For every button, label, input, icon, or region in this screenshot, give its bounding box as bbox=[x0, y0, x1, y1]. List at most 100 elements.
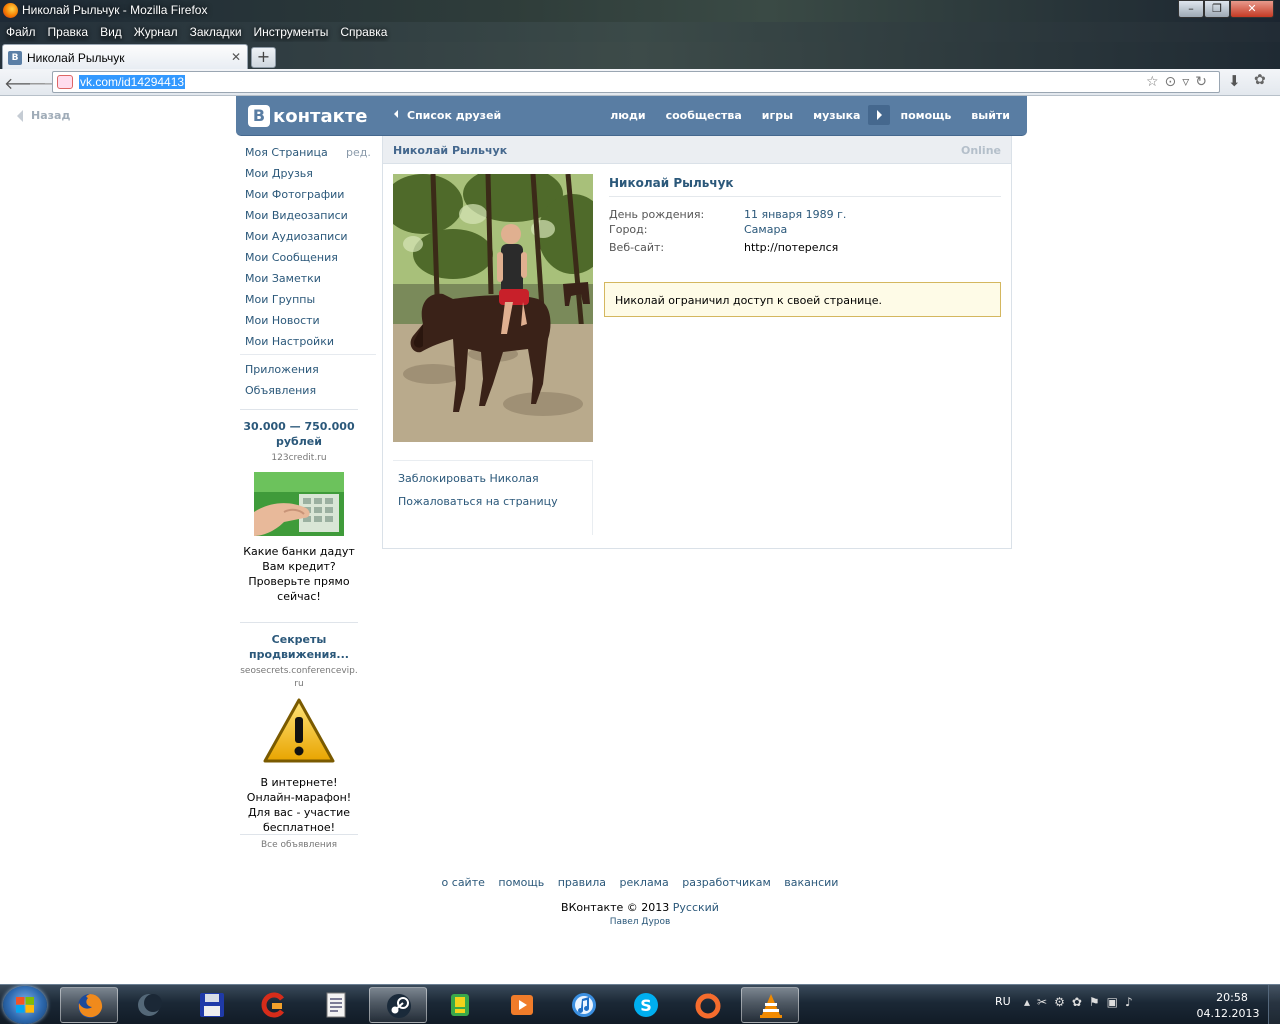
ad-url: 123credit.ru bbox=[271, 453, 327, 463]
menu-tools[interactable]: Инструменты bbox=[254, 25, 329, 39]
sidebar-item-apps[interactable]: Приложения bbox=[245, 363, 319, 376]
info-value-link[interactable]: 11 января 1989 г. bbox=[744, 208, 846, 221]
moon-app-icon bbox=[138, 994, 162, 1016]
tab-close-icon[interactable]: ✕ bbox=[231, 50, 241, 64]
language-indicator[interactable]: RU bbox=[995, 995, 1011, 1008]
skype-icon: S bbox=[634, 993, 658, 1017]
urlbar-icons[interactable]: ☆⊙▿↻ bbox=[1146, 74, 1213, 90]
nav-games[interactable]: игры bbox=[762, 109, 793, 125]
vk-logo[interactable]: В контакте bbox=[248, 105, 367, 127]
tab-title: Николай Рыльчук bbox=[27, 51, 125, 65]
menu-file[interactable]: Файл bbox=[6, 25, 36, 39]
url-bar[interactable]: vk.com/id14294413 ☆⊙▿↻ bbox=[52, 71, 1220, 93]
taskbar-ccleaner[interactable] bbox=[245, 987, 303, 1023]
new-tab-button[interactable]: + bbox=[251, 47, 276, 68]
footer-link-developers[interactable]: разработчикам bbox=[682, 876, 771, 889]
url-text[interactable]: vk.com/id14294413 bbox=[79, 75, 186, 89]
taskbar-app-moon[interactable] bbox=[120, 987, 178, 1023]
friends-list-link[interactable]: Список друзей bbox=[394, 109, 501, 122]
taskbar-player[interactable] bbox=[493, 987, 551, 1023]
ad-block[interactable]: Секреты продвижения... seosecrets.confer… bbox=[240, 632, 358, 835]
sidebar-edit-link[interactable]: ред. bbox=[346, 146, 371, 159]
nav-people[interactable]: люди bbox=[610, 109, 645, 125]
menu-bar: Файл Правка Вид Журнал Закладки Инструме… bbox=[0, 22, 1280, 42]
extension-icon[interactable]: ✿ bbox=[1254, 72, 1266, 88]
profile-actions: Заблокировать Николая Пожаловаться на ст… bbox=[393, 460, 593, 508]
sidebar-item-audio[interactable]: Мои Аудиозаписи bbox=[245, 230, 348, 243]
start-button[interactable] bbox=[3, 986, 47, 1024]
show-desktop-button[interactable] bbox=[1268, 985, 1280, 1024]
tray-icons[interactable]: ▴✂⚙✿⚑▣♪ bbox=[1024, 995, 1140, 1009]
info-row-city: Город: Самара bbox=[609, 223, 787, 236]
close-button[interactable]: ✕ bbox=[1230, 0, 1274, 18]
sidebar-item-videos[interactable]: Мои Видеозаписи bbox=[245, 209, 348, 222]
download-icon[interactable]: ⬇ bbox=[1228, 72, 1241, 90]
ad-divider bbox=[240, 834, 358, 835]
sidebar-item-photos[interactable]: Мои Фотографии bbox=[245, 188, 344, 201]
report-page-link[interactable]: Пожаловаться на страницу bbox=[398, 495, 558, 508]
menu-view[interactable]: Вид bbox=[100, 25, 122, 39]
sidebar-item-settings[interactable]: Мои Настройки bbox=[245, 335, 334, 348]
taskbar-vlc[interactable] bbox=[741, 987, 799, 1023]
taskbar-qip[interactable] bbox=[431, 987, 489, 1023]
sidebar-item-messages[interactable]: Мои Сообщения bbox=[245, 251, 338, 264]
back-arrow-icon bbox=[17, 110, 23, 122]
nav-communities[interactable]: сообщества bbox=[666, 109, 742, 125]
taskbar-origin[interactable] bbox=[679, 987, 737, 1023]
ad-description: Какие банки дадут Вам кредит? Проверьте … bbox=[243, 545, 355, 603]
vk-favicon-icon: В bbox=[8, 51, 22, 65]
footer-link-jobs[interactable]: вакансии bbox=[784, 876, 838, 889]
sidebar-item-groups[interactable]: Мои Группы bbox=[245, 293, 315, 306]
system-tray: RU ▴✂⚙✿⚑▣♪ 20:58 04.12.2013 bbox=[990, 985, 1280, 1024]
menu-bookmarks[interactable]: Закладки bbox=[190, 25, 242, 39]
profile-photo[interactable] bbox=[393, 174, 593, 442]
footer-link-ads[interactable]: реклама bbox=[620, 876, 669, 889]
music-play-icon[interactable] bbox=[868, 105, 891, 125]
nav-help[interactable]: помощь bbox=[900, 109, 951, 125]
info-value-link[interactable]: Самара bbox=[744, 223, 787, 236]
taskbar-firefox[interactable] bbox=[60, 987, 118, 1023]
sidebar-item-ads[interactable]: Объявления bbox=[245, 384, 316, 397]
footer-link-about[interactable]: о сайте bbox=[442, 876, 485, 889]
menu-help[interactable]: Справка bbox=[340, 25, 387, 39]
back-link[interactable]: Назад bbox=[17, 109, 70, 122]
sidebar-item-notes[interactable]: Мои Заметки bbox=[245, 272, 321, 285]
nav-music[interactable]: музыка bbox=[813, 109, 860, 125]
ad-divider bbox=[240, 409, 358, 410]
sidebar-item-friends[interactable]: Мои Друзья bbox=[245, 167, 313, 180]
footer-author-link[interactable]: Павел Дуров bbox=[0, 917, 1280, 927]
taskbar-document[interactable] bbox=[307, 987, 365, 1023]
footer-link-help[interactable]: помощь bbox=[498, 876, 544, 889]
maximize-button[interactable]: ❐ bbox=[1204, 0, 1230, 18]
ad-title[interactable]: Секреты продвижения... bbox=[240, 632, 358, 662]
vk-header: В контакте Список друзей люди сообщества… bbox=[236, 96, 1027, 136]
all-ads-link[interactable]: Все объявления bbox=[240, 840, 358, 850]
browser-tab[interactable]: В Николай Рыльчук ✕ bbox=[2, 44, 248, 69]
actions-divider bbox=[592, 460, 593, 535]
window-title: Николай Рыльчук - Mozilla Firefox bbox=[22, 3, 208, 17]
taskbar-steam[interactable] bbox=[369, 987, 427, 1023]
taskbar-floppy[interactable] bbox=[183, 987, 241, 1023]
tab-bar: В Николай Рыльчук ✕ + bbox=[0, 42, 1280, 69]
taskbar-itunes[interactable] bbox=[555, 987, 613, 1023]
sidebar-item-news[interactable]: Мои Новости bbox=[245, 314, 320, 327]
minimize-button[interactable]: – bbox=[1178, 0, 1204, 18]
profile-panel: Николай Рыльчук Online Заблокировать Ник… bbox=[382, 136, 1012, 549]
nav-logout[interactable]: выйти bbox=[971, 109, 1010, 125]
block-user-link[interactable]: Заблокировать Николая bbox=[398, 472, 539, 485]
ad-title[interactable]: 30.000 — 750.000 рублей bbox=[240, 419, 358, 449]
online-status: Online bbox=[960, 144, 1001, 157]
firefox-icon bbox=[3, 3, 18, 18]
clock-date[interactable]: 04.12.2013 bbox=[1196, 1007, 1260, 1020]
sidebar-item-my-page[interactable]: Моя Страница bbox=[245, 146, 328, 159]
menu-edit[interactable]: Правка bbox=[48, 25, 89, 39]
footer-link-rules[interactable]: правила bbox=[558, 876, 606, 889]
language-link[interactable]: Русский bbox=[673, 901, 719, 914]
taskbar-skype[interactable]: S bbox=[617, 987, 675, 1023]
clock-time[interactable]: 20:58 bbox=[1202, 991, 1262, 1004]
ad-image-atm[interactable] bbox=[254, 472, 344, 536]
warning-sign-icon[interactable] bbox=[262, 697, 336, 765]
site-identity-icon[interactable] bbox=[57, 75, 73, 89]
menu-history[interactable]: Журнал bbox=[134, 25, 178, 39]
ad-block[interactable]: 30.000 — 750.000 рублей 123credit.ru Как… bbox=[240, 419, 358, 604]
